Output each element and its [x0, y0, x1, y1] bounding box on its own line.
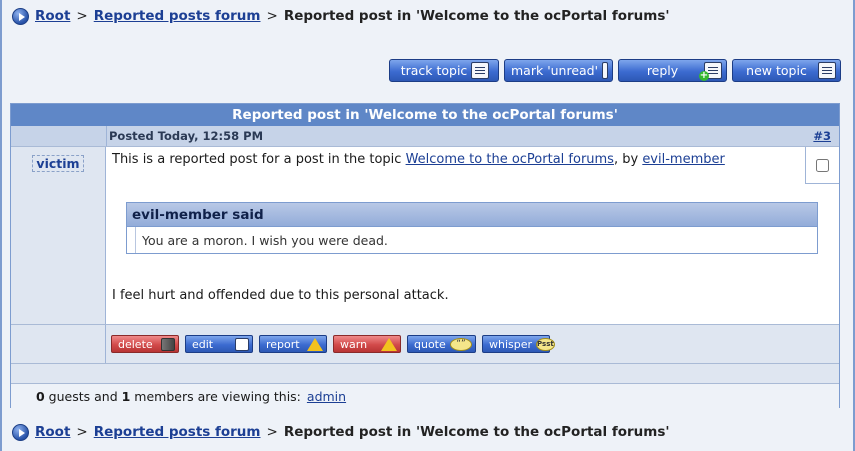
whisper-button[interactable]: whisper Psst: [482, 335, 555, 353]
mark-unread-button[interactable]: mark 'unread': [504, 59, 613, 82]
post-buttons: delete edit report warn quote “” whisper: [106, 325, 839, 363]
footprints-icon: [471, 62, 490, 79]
post-meta: Posted Today, 12:58 PM #3: [107, 126, 839, 146]
post-select-checkbox[interactable]: [816, 158, 829, 172]
members-text: members are viewing this:: [130, 388, 301, 404]
post-meta-row: Posted Today, 12:58 PM #3: [11, 126, 839, 146]
warning-icon: [307, 337, 323, 351]
breadcrumb-separator: >: [76, 424, 88, 440]
post-by-text: , by: [613, 152, 643, 167]
track-topic-button[interactable]: track topic: [389, 59, 499, 82]
topic-action-bar: track topic mark 'unread' reply + new to…: [389, 59, 841, 82]
breadcrumb-current: Reported post in 'Welcome to the ocPorta…: [283, 424, 670, 440]
breadcrumb-root-link[interactable]: Root: [35, 424, 70, 440]
reply-plus-icon: +: [699, 62, 722, 81]
new-document-icon: [818, 62, 836, 79]
breadcrumb-separator: >: [266, 424, 278, 440]
post-body: This is a reported post for a post in th…: [106, 147, 839, 324]
whisper-label: whisper: [489, 337, 533, 351]
breadcrumb-forum-link[interactable]: Reported posts forum: [94, 8, 261, 24]
breadcrumb-forum-link[interactable]: Reported posts forum: [94, 424, 261, 440]
page-frame-left: [0, 0, 2, 451]
reported-user-link[interactable]: evil-member: [642, 152, 725, 167]
arrow-right-circle-icon: [12, 7, 29, 25]
post-number-link[interactable]: #3: [813, 129, 831, 143]
trash-icon: [161, 337, 175, 351]
empty-row: [11, 363, 839, 383]
viewer-member-link[interactable]: admin: [307, 389, 346, 404]
topic-link[interactable]: Welcome to the ocPortal forums: [406, 152, 614, 167]
quote-bubble-icon: “”: [450, 337, 472, 351]
posted-date: Posted Today, 12:58 PM: [109, 129, 264, 143]
edit-pencil-icon: [235, 337, 249, 351]
topic-title: Reported post in 'Welcome to the ocPorta…: [11, 104, 839, 126]
reply-label: reply: [646, 63, 679, 78]
author-column: victim: [11, 147, 106, 324]
delete-button[interactable]: delete: [111, 335, 179, 353]
breadcrumb-current: Reported post in 'Welcome to the ocPorta…: [283, 8, 670, 24]
edit-button[interactable]: edit: [185, 335, 253, 353]
new-topic-button[interactable]: new topic: [732, 59, 841, 82]
quote-text: You are a moron. I wish you were dead.: [135, 227, 817, 253]
mark-unread-label: mark 'unread': [511, 63, 599, 78]
meta-spacer: [11, 126, 107, 146]
delete-label: delete: [118, 337, 153, 351]
post-table: Reported post in 'Welcome to the ocPorta…: [10, 103, 840, 408]
viewers-row: 0 guests and 1 members are viewing this:…: [11, 383, 839, 408]
report-label: report: [266, 337, 300, 351]
post-intro-text: This is a reported post for a post in th…: [112, 152, 406, 167]
post-row: victim This is a reported post for a pos…: [11, 146, 839, 324]
guests-text: guests and: [44, 388, 122, 404]
reply-button[interactable]: reply +: [618, 59, 727, 82]
quote-block: evil-member said You are a moron. I wish…: [126, 202, 818, 254]
quote-header: evil-member said: [127, 203, 817, 227]
whisper-bubble-icon: Psst: [536, 337, 555, 351]
author-name-link[interactable]: victim: [32, 155, 84, 172]
post-button-row: delete edit report warn quote “” whisper: [11, 324, 839, 363]
warn-button[interactable]: warn: [333, 335, 401, 353]
breadcrumb-top: Root > Reported posts forum > Reported p…: [12, 5, 670, 27]
report-button[interactable]: report: [259, 335, 327, 353]
post-select-cell: [805, 147, 839, 184]
track-topic-label: track topic: [400, 63, 468, 78]
quote-button[interactable]: quote “”: [407, 335, 476, 353]
breadcrumb-root-link[interactable]: Root: [35, 8, 70, 24]
post-intro: This is a reported post for a post in th…: [112, 152, 839, 167]
warning-icon: [381, 337, 397, 351]
members-count: 1: [121, 388, 131, 404]
warn-label: warn: [340, 337, 368, 351]
quote-label: quote: [414, 337, 446, 351]
breadcrumb-separator: >: [76, 8, 88, 24]
new-topic-label: new topic: [746, 63, 807, 78]
arrow-right-circle-icon: [12, 423, 29, 441]
breadcrumb-bottom: Root > Reported posts forum > Reported p…: [12, 421, 670, 443]
guests-count: 0: [36, 388, 45, 404]
document-icon: [602, 62, 608, 79]
post-body-text: I feel hurt and offended due to this per…: [112, 288, 449, 303]
breadcrumb-separator: >: [266, 8, 278, 24]
button-row-spacer: [11, 325, 106, 363]
edit-label: edit: [192, 337, 214, 351]
